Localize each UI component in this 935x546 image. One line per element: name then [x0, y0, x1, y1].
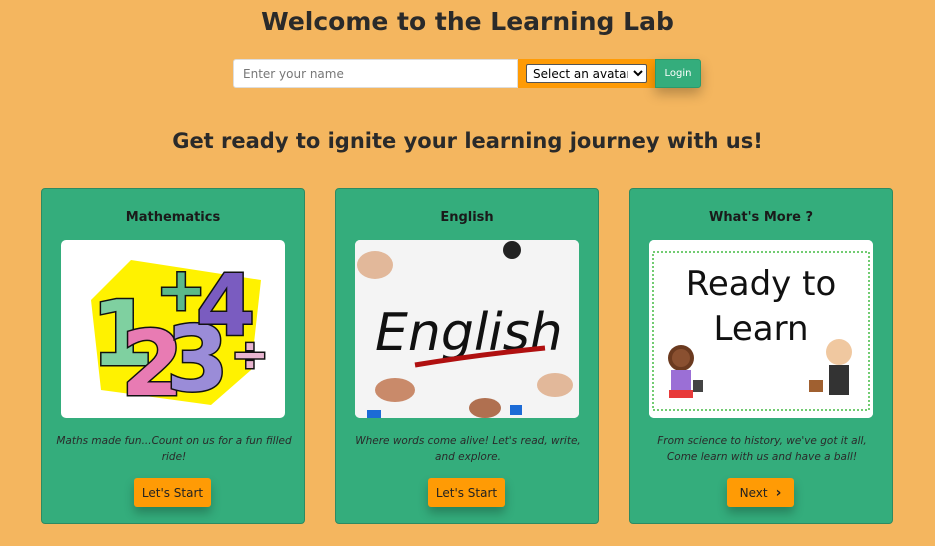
mathematics-image: 1 2 3 4 + ÷ — [61, 240, 285, 418]
english-word: English — [375, 303, 563, 363]
learn-text: Learn — [713, 309, 808, 349]
card-whats-more: What's More ? Ready to Learn From scienc… — [629, 188, 893, 524]
card-description: Where words come alive! Let's read, writ… — [355, 435, 581, 463]
math-divide: ÷ — [231, 328, 269, 381]
chevron-right-icon: › — [775, 484, 782, 501]
card-mathematics: Mathematics 1 2 3 4 + ÷ Maths made fun..… — [41, 188, 305, 524]
next-button[interactable]: Next › — [727, 478, 794, 507]
lets-start-button-english[interactable]: Let's Start — [428, 478, 505, 507]
login-form: Select an avatar Login — [233, 59, 701, 88]
ready-to-text: Ready to — [686, 264, 837, 304]
login-button[interactable]: Login — [655, 59, 701, 88]
name-input[interactable] — [233, 59, 518, 88]
card-english: English English Where words come alive! … — [335, 188, 599, 524]
page-title: Welcome to the Learning Lab — [261, 7, 674, 36]
button-label: Next — [739, 485, 768, 500]
card-title: English — [440, 210, 494, 225]
card-title: Mathematics — [125, 210, 221, 225]
english-image: English — [355, 240, 579, 418]
avatar-select-wrapper: Select an avatar — [518, 59, 655, 88]
card-description: From science to history, we've got it al… — [657, 435, 867, 463]
button-label: Let's Start — [435, 485, 498, 500]
math-plus: + — [156, 255, 206, 325]
lets-start-button-math[interactable]: Let's Start — [134, 478, 211, 507]
avatar-select[interactable]: Select an avatar — [526, 64, 647, 83]
button-label: Let's Start — [141, 485, 204, 500]
card-description: Maths made fun...Count on us for a fun f… — [56, 435, 292, 463]
card-title: What's More ? — [709, 210, 813, 225]
ready-to-learn-image: Ready to Learn — [649, 240, 873, 418]
page-subtitle: Get ready to ignite your learning journe… — [172, 129, 763, 153]
